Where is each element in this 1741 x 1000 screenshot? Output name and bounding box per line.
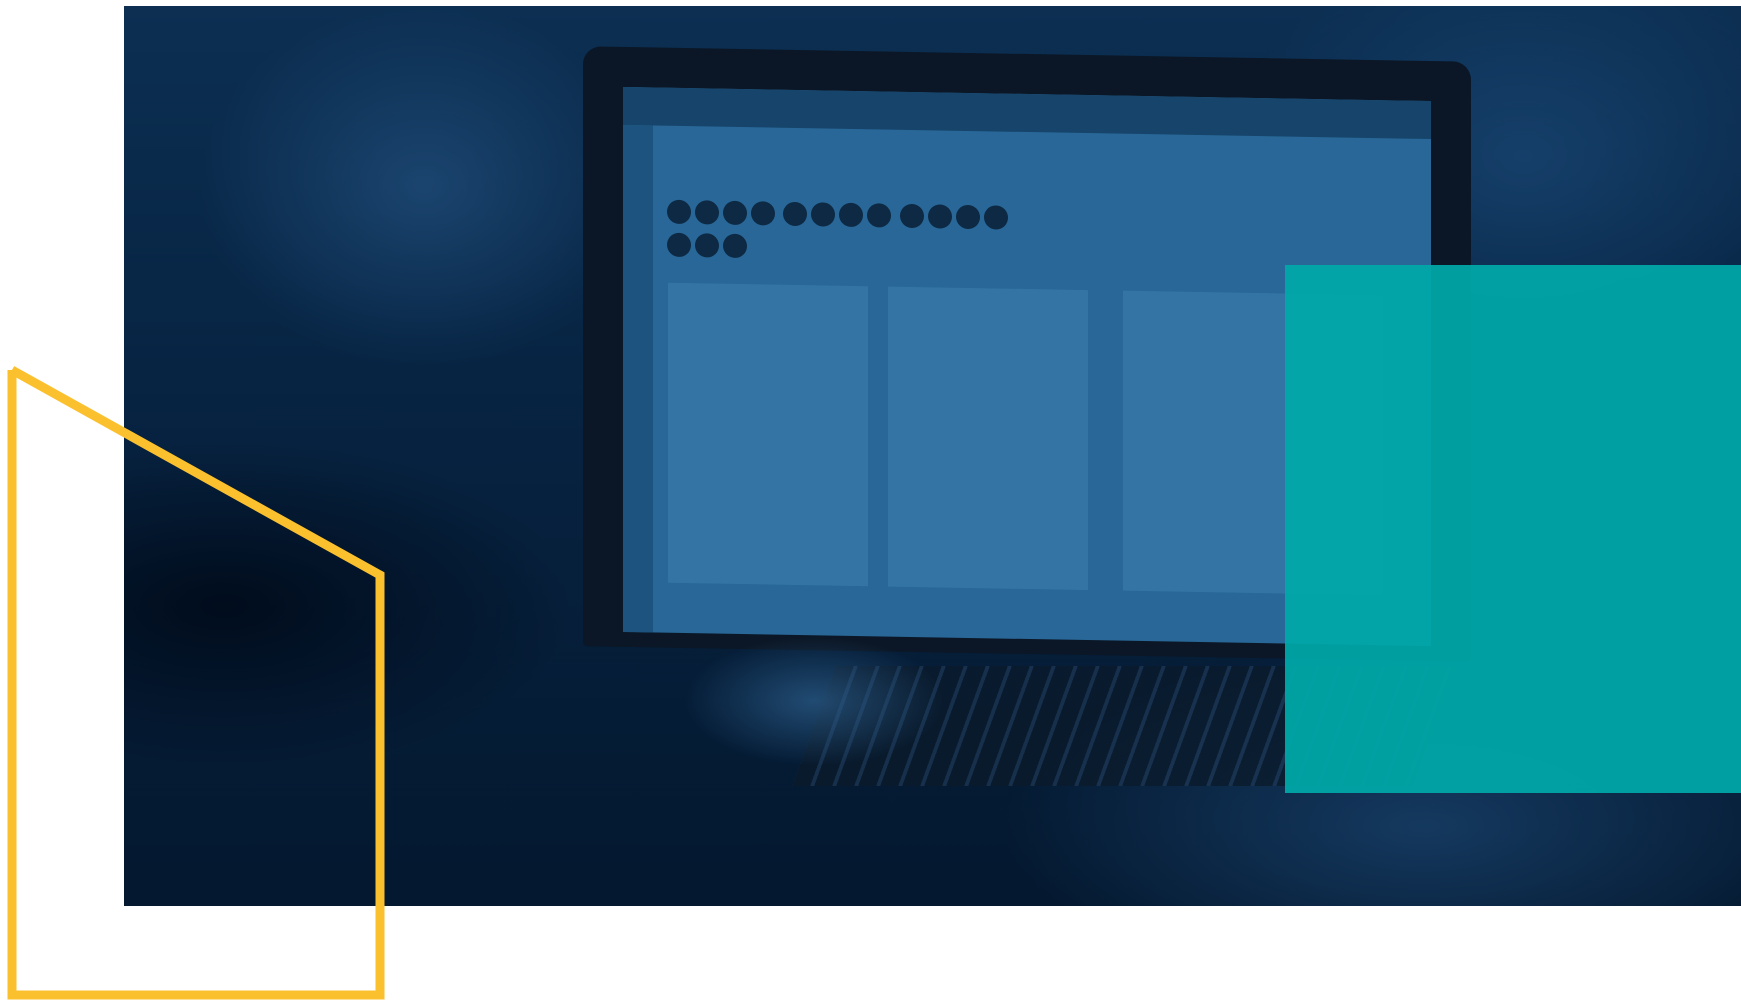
screen-avatar-row: [665, 198, 1015, 270]
hand: [684, 636, 944, 766]
screen-panel-center: [888, 286, 1088, 591]
screen-sidebar: [623, 124, 653, 647]
teal-block: [1285, 265, 1741, 793]
screen-top-bar: [623, 86, 1431, 140]
screen-panel-left: [668, 282, 868, 587]
